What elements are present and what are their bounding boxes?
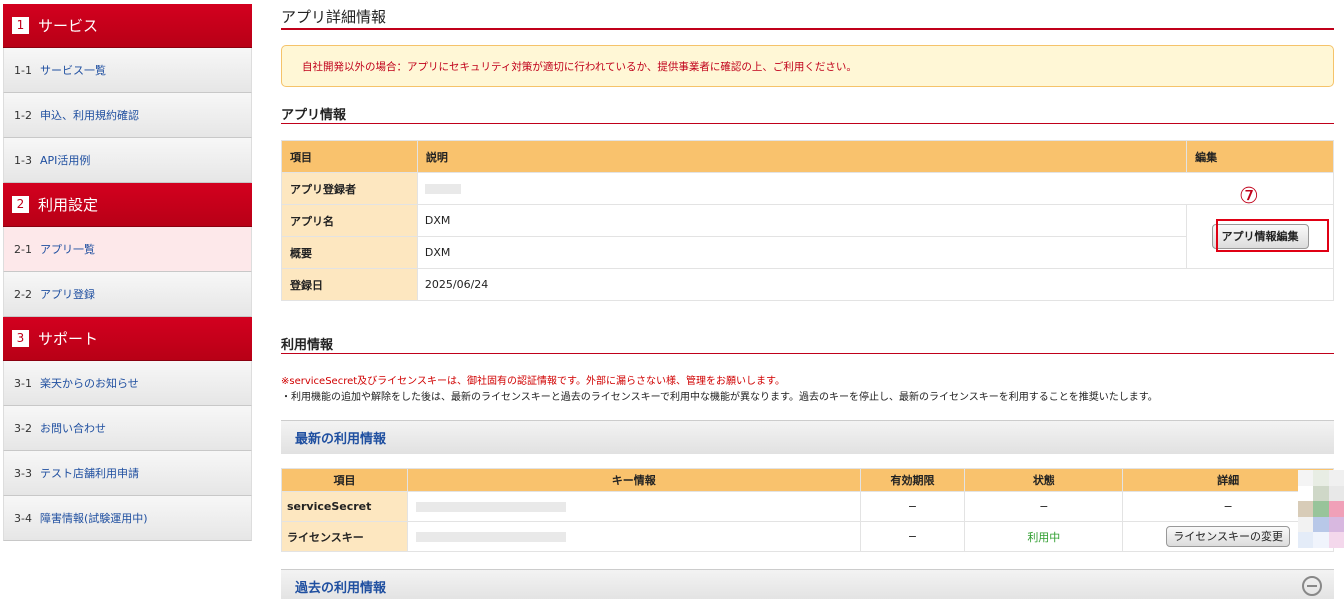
license-change-button[interactable]: ライセンスキーの変更 — [1166, 526, 1290, 547]
status-value: − — [964, 491, 1124, 522]
sidebar-item-apply-terms[interactable]: 1-2 申込、利用規約確認 — [3, 93, 252, 138]
table-row: ライセンスキー − 利用中 ライセンスキーの変更 — [281, 521, 1334, 552]
item-number: 2-1 — [14, 242, 32, 256]
sidebar-item-label: サービス一覧 — [39, 64, 106, 77]
section-title: サポート — [38, 330, 99, 348]
table-row: 概要 DXM — [281, 236, 1334, 269]
item-number: 2-2 — [14, 287, 32, 301]
sidebar-item-label: お問い合わせ — [39, 422, 106, 435]
item-number: 1-3 — [14, 153, 32, 167]
redacted-value — [415, 532, 566, 542]
title-divider — [281, 28, 1334, 30]
section-number: 1 — [12, 17, 29, 34]
row-label: serviceSecret — [281, 491, 408, 522]
section-number: 3 — [12, 330, 29, 347]
sidebar-item-label: アプリ一覧 — [39, 243, 95, 256]
latest-usage-bar[interactable]: 最新の利用情報 — [281, 420, 1334, 454]
usage-table: 項目 キー情報 有効期限 状態 詳細 serviceSecret − − − ラ… — [281, 468, 1334, 552]
page-title: アプリ詳細情報 — [281, 8, 387, 26]
row-label: 登録日 — [281, 268, 418, 301]
registrant-value — [416, 172, 1335, 205]
sidebar-item-label: 障害情報(試験運用中) — [39, 512, 148, 525]
sidebar-item-test-store[interactable]: 3-3 テスト店舗利用申請 — [3, 451, 252, 496]
step-marker: ⑦ — [1239, 184, 1259, 209]
bar-label: 最新の利用情報 — [295, 432, 387, 447]
table-header-row: 項目 説明 編集 — [281, 140, 1334, 173]
redacted-value — [424, 184, 461, 194]
status-badge: 利用中 — [964, 521, 1124, 552]
header-item: 項目 — [281, 140, 418, 173]
section-title: サービス — [38, 17, 99, 35]
header-edit: 編集 — [1186, 140, 1334, 173]
table-row: serviceSecret − − − — [281, 491, 1334, 522]
past-usage-bar[interactable]: 過去の利用情報 — [281, 569, 1334, 599]
license-note: ・利用機能の追加や解除をした後は、最新のライセンスキーと過去のライセンスキーで利… — [281, 392, 1158, 403]
header-description: 説明 — [416, 140, 1188, 173]
register-date-value: 2025/06/24 — [416, 268, 1335, 301]
sidebar-item-news[interactable]: 3-1 楽天からのお知らせ — [3, 361, 252, 406]
app-info-heading: アプリ情報 — [281, 108, 347, 123]
sidebar-item-service-list[interactable]: 1-1 サービス一覧 — [3, 48, 252, 93]
sidebar-item-label: API活用例 — [39, 154, 91, 167]
header-key: キー情報 — [406, 468, 861, 492]
sidebar: 1 サービス 1-1 サービス一覧 1-2 申込、利用規約確認 1-3 API活用例 … — [3, 4, 252, 541]
service-secret-value — [406, 491, 861, 522]
bar-label: 過去の利用情報 — [295, 581, 387, 596]
app-info-table: 項目 説明 編集 アプリ登録者 アプリ名 DXM アプリ情報編集 概要 DXM … — [281, 140, 1335, 301]
item-number: 3-3 — [14, 466, 32, 480]
table-row: 登録日 2025/06/24 — [281, 268, 1335, 301]
security-notice: 自社開発以外の場合：アプリにセキュリティ対策が適切に行われているか、提供事業者に… — [281, 45, 1334, 87]
sidebar-item-label: 楽天からのお知らせ — [39, 377, 139, 390]
row-label: アプリ名 — [281, 204, 418, 237]
item-number: 3-4 — [14, 511, 32, 525]
section-service-header: 1 サービス — [3, 4, 252, 48]
section-title: 利用設定 — [38, 196, 99, 214]
header-item: 項目 — [281, 468, 408, 492]
row-label: アプリ登録者 — [281, 172, 418, 205]
row-label: ライセンスキー — [281, 521, 408, 552]
section-settings-header: 2 利用設定 — [3, 183, 252, 227]
usage-info-divider — [281, 353, 1334, 354]
table-row: アプリ名 DXM アプリ情報編集 — [281, 204, 1334, 269]
sidebar-item-api-examples[interactable]: 1-3 API活用例 — [3, 138, 252, 183]
item-number: 1-1 — [14, 63, 32, 77]
expiry-value: − — [859, 491, 966, 522]
sidebar-item-app-list[interactable]: 2-1 アプリ一覧 — [3, 227, 252, 272]
section-support-header: 3 サポート — [3, 317, 252, 361]
redacted-mosaic — [1298, 470, 1344, 548]
header-expiry: 有効期限 — [859, 468, 966, 492]
summary-value: DXM — [416, 236, 1188, 269]
item-number: 3-1 — [14, 376, 32, 390]
row-label: 概要 — [281, 236, 418, 269]
usage-info-heading: 利用情報 — [281, 338, 334, 353]
item-number: 3-2 — [14, 421, 32, 435]
app-name-value: DXM — [416, 204, 1188, 237]
secret-warning: ※serviceSecret及びライセンスキーは、御社固有の認証情報です。外部に… — [281, 376, 785, 387]
redacted-value — [415, 502, 566, 512]
sidebar-item-label: 申込、利用規約確認 — [39, 109, 139, 122]
table-row: アプリ登録者 — [281, 172, 1335, 205]
table-header-row: 項目 キー情報 有効期限 状態 詳細 — [281, 468, 1334, 492]
item-number: 1-2 — [14, 108, 32, 122]
sidebar-item-contact[interactable]: 3-2 お問い合わせ — [3, 406, 252, 451]
section-number: 2 — [12, 196, 29, 213]
header-status: 状態 — [964, 468, 1124, 492]
highlight-frame — [1216, 219, 1329, 252]
sidebar-item-label: テスト店舗利用申請 — [39, 467, 139, 480]
license-key-value — [406, 521, 861, 552]
sidebar-item-app-register[interactable]: 2-2 アプリ登録 — [3, 272, 252, 317]
expiry-value: − — [859, 521, 966, 552]
sidebar-item-incident-info[interactable]: 3-4 障害情報(試験運用中) — [3, 496, 252, 541]
app-info-divider — [281, 123, 1334, 124]
notice-text: 自社開発以外の場合：アプリにセキュリティ対策が適切に行われているか、提供事業者に… — [302, 60, 857, 73]
sidebar-item-label: アプリ登録 — [39, 288, 95, 301]
collapse-minus-icon[interactable] — [1302, 576, 1322, 596]
